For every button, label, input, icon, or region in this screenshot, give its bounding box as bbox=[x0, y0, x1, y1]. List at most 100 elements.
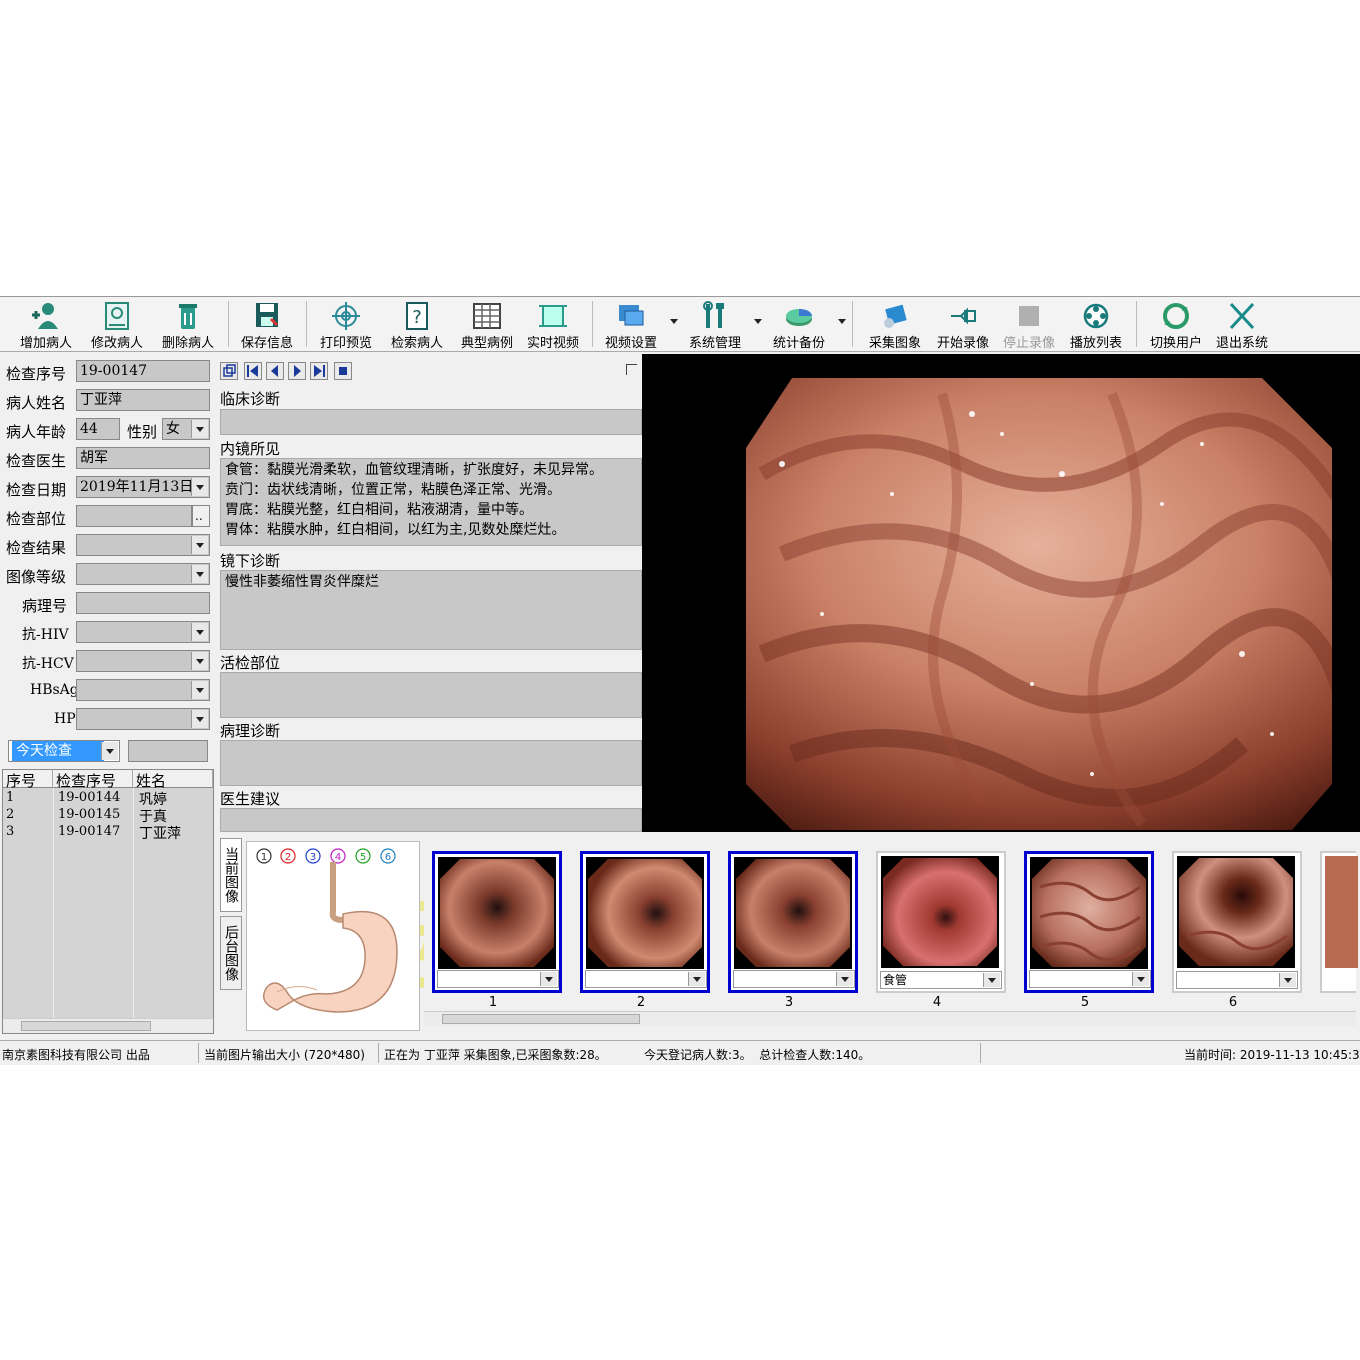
doctor-field[interactable]: 胡军 bbox=[76, 447, 210, 469]
last-record-icon[interactable] bbox=[310, 362, 328, 380]
doctor-advice-field[interactable] bbox=[220, 808, 642, 832]
live-video-button[interactable]: 实时视频 bbox=[518, 299, 588, 351]
statistics-backup-button[interactable]: 统计备份 bbox=[764, 299, 834, 351]
edit-patient-button[interactable]: 修改病人 bbox=[82, 299, 152, 351]
start-recording-button[interactable]: 开始录像 bbox=[928, 299, 998, 351]
panel-corner-toggle[interactable] bbox=[626, 364, 637, 375]
row-exam-no: 19-00145 bbox=[58, 807, 121, 822]
stomach-diagram[interactable]: 1 2 3 4 5 6 bbox=[246, 841, 420, 1031]
name-field[interactable]: 丁亚萍 bbox=[76, 389, 210, 411]
add-patient-icon bbox=[32, 303, 58, 329]
system-management-button[interactable]: 系统管理 bbox=[680, 299, 750, 351]
hiv-select[interactable] bbox=[76, 621, 210, 643]
grade-select[interactable] bbox=[76, 563, 210, 585]
column-header-exam-no[interactable]: 检查序号 bbox=[53, 770, 133, 790]
endoscopic-findings-field[interactable]: 食管：黏膜光滑柔软，血管纹理清晰，扩张度好，未见异常。 贲门：齿状线清晰，位置正… bbox=[220, 458, 642, 546]
hp-select[interactable] bbox=[76, 708, 210, 730]
system-management-dropdown-arrow[interactable] bbox=[754, 319, 762, 324]
next-record-icon[interactable] bbox=[288, 362, 306, 380]
chevron-down-icon[interactable] bbox=[191, 420, 208, 438]
first-record-icon[interactable] bbox=[244, 362, 262, 380]
site-row: 检查部位 .. bbox=[2, 505, 214, 529]
help-icon: ? bbox=[406, 302, 428, 330]
site-field[interactable] bbox=[76, 505, 192, 527]
scrollbar-thumb[interactable] bbox=[21, 1021, 151, 1031]
filter-text-field[interactable] bbox=[128, 740, 208, 762]
row-index: 2 bbox=[6, 807, 15, 822]
exam-no-field[interactable]: 19-00147 bbox=[76, 360, 210, 382]
chevron-down-icon[interactable] bbox=[101, 742, 118, 760]
chevron-down-icon[interactable] bbox=[191, 565, 208, 583]
chevron-down-icon[interactable] bbox=[191, 478, 208, 496]
chevron-down-icon[interactable] bbox=[191, 681, 208, 699]
live-endoscopy-image[interactable] bbox=[642, 354, 1360, 832]
save-info-button[interactable]: 保存信息 bbox=[232, 299, 302, 351]
result-select[interactable] bbox=[76, 534, 210, 556]
endoscopic-diagnosis-field[interactable]: 慢性非萎缩性胃炎伴糜烂 bbox=[220, 570, 642, 650]
video-settings-button[interactable]: 视频设置 bbox=[596, 299, 666, 351]
statistics-dropdown-arrow[interactable] bbox=[838, 319, 846, 324]
hcv-select[interactable] bbox=[76, 650, 210, 672]
thumbnail-site-select[interactable]: 食管 bbox=[880, 971, 1002, 989]
thumbnail-site-select[interactable] bbox=[1029, 970, 1151, 988]
pathology-no-field[interactable] bbox=[76, 592, 210, 614]
thumbnail-site-select[interactable] bbox=[1176, 971, 1298, 989]
name-row: 病人姓名 丁亚萍 bbox=[2, 389, 214, 413]
age-field[interactable]: 44 bbox=[76, 418, 120, 440]
stop-icon bbox=[1019, 306, 1039, 326]
chevron-down-icon[interactable] bbox=[191, 710, 208, 728]
stop-recording-button[interactable]: 停止录像 bbox=[996, 299, 1062, 351]
biopsy-site-field[interactable] bbox=[220, 672, 642, 718]
chevron-down-icon[interactable] bbox=[688, 972, 705, 986]
date-picker[interactable]: 2019年11月13日 bbox=[76, 476, 210, 498]
chevron-down-icon[interactable] bbox=[1132, 972, 1149, 986]
column-header-name[interactable]: 姓名 bbox=[133, 770, 213, 790]
thumbnail-site-select[interactable] bbox=[437, 970, 559, 988]
tab-current-images[interactable]: 当前图像 bbox=[220, 838, 242, 912]
switch-user-button[interactable]: 切换用户 bbox=[1142, 299, 1210, 351]
switch-user-icon bbox=[1163, 303, 1189, 329]
thumbnail[interactable]: 食管 bbox=[876, 851, 1006, 993]
pathology-diagnosis-field[interactable] bbox=[220, 740, 642, 786]
thumbnail[interactable] bbox=[1024, 851, 1154, 993]
search-patient-button[interactable]: ? 检索病人 bbox=[382, 299, 452, 351]
playlist-button[interactable]: 播放列表 bbox=[1062, 299, 1130, 351]
thumbnail-site-select[interactable] bbox=[733, 970, 855, 988]
chevron-down-icon[interactable] bbox=[983, 973, 1000, 987]
exit-system-button[interactable]: 退出系统 bbox=[1208, 299, 1276, 351]
clinical-diagnosis-field[interactable] bbox=[220, 409, 642, 435]
typical-cases-button[interactable]: 典型病例 bbox=[452, 299, 522, 351]
svg-text:?: ? bbox=[412, 307, 422, 328]
restore-icon[interactable] bbox=[220, 362, 238, 380]
stop-record-icon[interactable] bbox=[334, 362, 352, 380]
thumbnail[interactable] bbox=[580, 851, 710, 993]
thumbnail-partial[interactable] bbox=[1320, 851, 1358, 993]
date-filter-select[interactable]: 今天检查 bbox=[8, 740, 120, 762]
capture-image-button[interactable]: 采集图象 bbox=[860, 299, 930, 351]
patient-list-scrollbar[interactable] bbox=[3, 1018, 213, 1033]
delete-patient-button[interactable]: 删除病人 bbox=[153, 299, 223, 351]
chevron-down-icon[interactable] bbox=[191, 652, 208, 670]
tab-background-images[interactable]: 后台图像 bbox=[220, 916, 242, 990]
date-label: 检查日期 bbox=[6, 481, 67, 499]
chevron-down-icon[interactable] bbox=[1279, 973, 1296, 987]
column-header-index[interactable]: 序号 bbox=[3, 770, 53, 790]
print-preview-button[interactable]: 打印预览 bbox=[311, 299, 381, 351]
thumbnail-site-select[interactable] bbox=[585, 970, 707, 988]
chevron-down-icon[interactable] bbox=[191, 623, 208, 641]
thumbnail[interactable] bbox=[432, 851, 562, 993]
scrollbar-thumb[interactable] bbox=[442, 1014, 640, 1024]
sex-select[interactable]: 女 bbox=[162, 418, 210, 440]
chevron-down-icon[interactable] bbox=[836, 972, 853, 986]
add-patient-button[interactable]: 增加病人 bbox=[10, 299, 82, 351]
chevron-down-icon[interactable] bbox=[191, 536, 208, 554]
thumbnail[interactable] bbox=[1172, 851, 1302, 993]
chevron-down-icon[interactable] bbox=[540, 972, 557, 986]
prev-record-icon[interactable] bbox=[266, 362, 284, 380]
hbsag-select[interactable] bbox=[76, 679, 210, 701]
site-browse-button[interactable]: .. bbox=[192, 505, 210, 527]
video-settings-dropdown-arrow[interactable] bbox=[670, 319, 678, 324]
thumbnail-scrollbar[interactable] bbox=[424, 1011, 1356, 1026]
thumbnail[interactable] bbox=[728, 851, 858, 993]
status-separator bbox=[378, 1043, 379, 1063]
